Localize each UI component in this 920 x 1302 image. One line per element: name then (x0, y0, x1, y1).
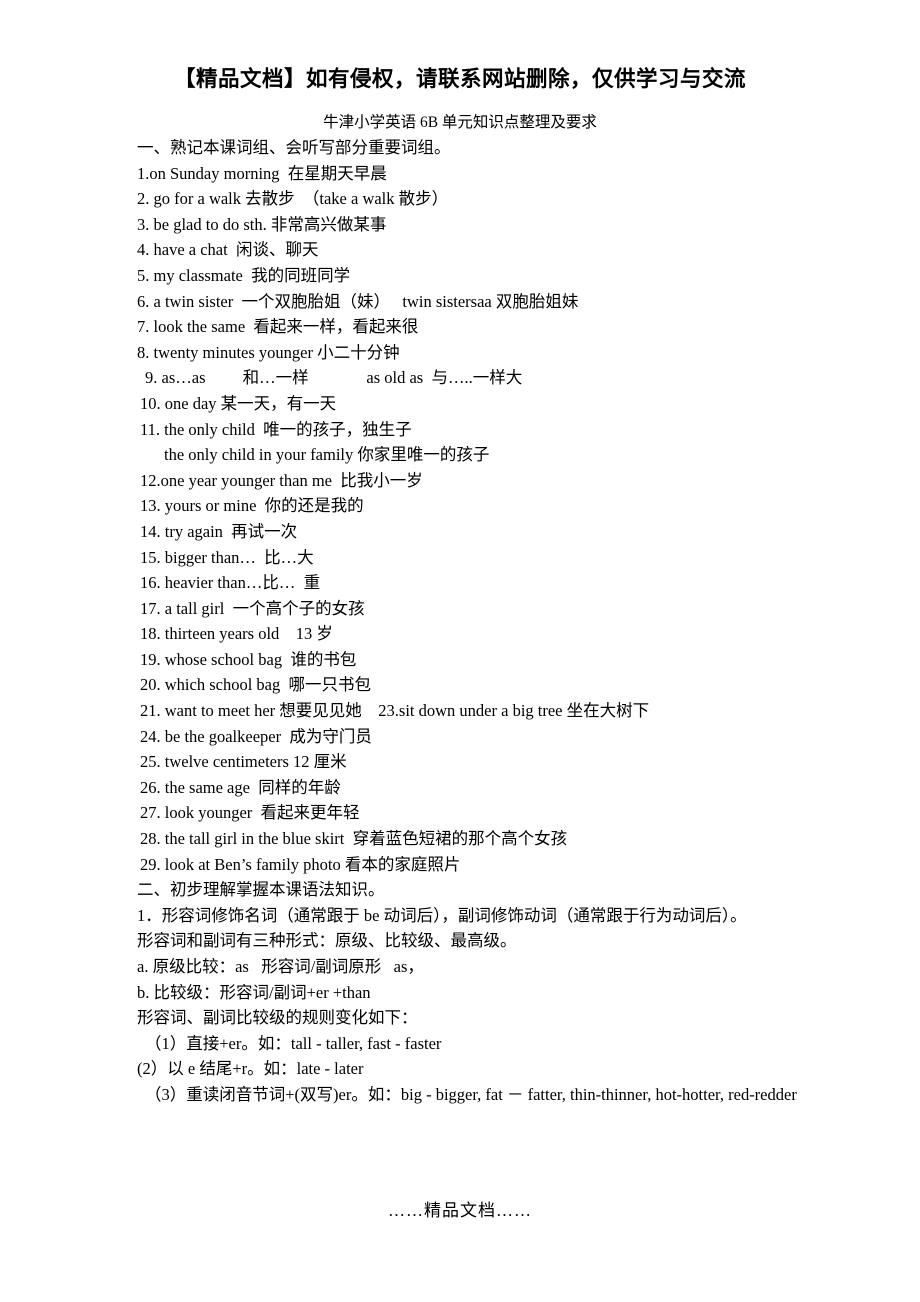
grammar-line: （3）重读闭音节词+(双写)er。如：big - bigger, fat － f… (145, 1084, 797, 1104)
phrase-item: 1.on Sunday morning 在星期天早晨 (137, 163, 387, 183)
phrase-item: 2. go for a walk 去散步 （take a walk 散步） (137, 189, 449, 209)
phrase-item: 11. the only child 唯一的孩子，独生子 (140, 419, 412, 439)
document-body: 一、熟记本课词组、会听写部分重要词组。 1.on Sunday morning … (137, 135, 817, 1108)
grammar-line: 形容词和副词有三种形式：原级、比较级、最高级。 (137, 931, 517, 951)
phrase-item: 12.one year younger than me 比我小一岁 (140, 470, 423, 490)
phrase-item: 25. twelve centimeters 12 厘米 (140, 752, 347, 772)
phrase-item: 18. thirteen years old 13 岁 (140, 624, 333, 644)
phrase-item: 26. the same age 同样的年龄 (140, 777, 341, 797)
grammar-line: (2）以 e 结尾+r。如：late - later (137, 1059, 364, 1079)
document-page: 【精品文档】如有侵权，请联系网站删除，仅供学习与交流 牛津小学英语 6B 单元知… (0, 0, 920, 1302)
section-heading-two: 二、初步理解掌握本课语法知识。 (137, 880, 385, 900)
phrase-item: 16. heavier than…比… 重 (140, 573, 321, 593)
phrase-item: 8. twenty minutes younger 小二十分钟 (137, 342, 400, 362)
grammar-line: （1）直接+er。如：tall - taller, fast - faster (145, 1033, 442, 1053)
grammar-line: 1．形容词修饰名词（通常跟于 be 动词后），副词修饰动词（通常跟于行为动词后）… (137, 905, 747, 925)
grammar-line: b. 比较级：形容词/副词+er +than (137, 982, 371, 1002)
phrase-item: 4. have a chat 闲谈、聊天 (137, 240, 319, 260)
phrase-item: 19. whose school bag 谁的书包 (140, 649, 357, 669)
phrase-item: 21. want to meet her 想要见见她 23.sit down u… (140, 701, 650, 721)
phrase-item: 28. the tall girl in the blue skirt 穿着蓝色… (140, 829, 568, 849)
phrase-item: 17. a tall girl 一个高个子的女孩 (140, 598, 365, 618)
phrase-item: 7. look the same 看起来一样，看起来很 (137, 317, 419, 337)
section-heading-one: 一、熟记本课词组、会听写部分重要词组。 (137, 138, 451, 157)
grammar-line: 形容词、副词比较级的规则变化如下： (137, 1008, 418, 1028)
phrase-item: 24. be the goalkeeper 成为守门员 (140, 726, 372, 746)
page-title: 牛津小学英语 6B 单元知识点整理及要求 (323, 114, 597, 131)
phrase-item: 15. bigger than… 比…大 (140, 547, 314, 567)
phrase-item: 9. as…as 和…一样 as old as 与…..一样大 (145, 368, 523, 388)
page-footer: ……精品文档…… (388, 1201, 532, 1220)
phrase-item: 20. which school bag 哪一只书包 (140, 675, 371, 695)
phrase-item: 27. look younger 看起来更年轻 (140, 803, 360, 823)
grammar-line: a. 原级比较：as 形容词/副词原形 as， (137, 957, 424, 976)
phrase-item-continuation: the only child in your family 你家里唯一的孩子 (164, 445, 490, 465)
phrase-item: 3. be glad to do sth. 非常高兴做某事 (137, 214, 387, 234)
phrase-item: 5. my classmate 我的同班同学 (137, 265, 351, 285)
phrase-item: 10. one day 某一天，有一天 (140, 393, 337, 413)
phrase-item: 29. look at Ben’s family photo 看本的家庭照片 (140, 854, 461, 874)
phrase-item: 14. try again 再试一次 (140, 521, 298, 541)
phrase-item: 6. a twin sister 一个双胞胎姐（妹） twin sistersa… (137, 291, 579, 311)
watermark-header: 【精品文档】如有侵权，请联系网站删除，仅供学习与交流 (173, 67, 746, 92)
phrase-item: 13. yours or mine 你的还是我的 (140, 496, 364, 516)
